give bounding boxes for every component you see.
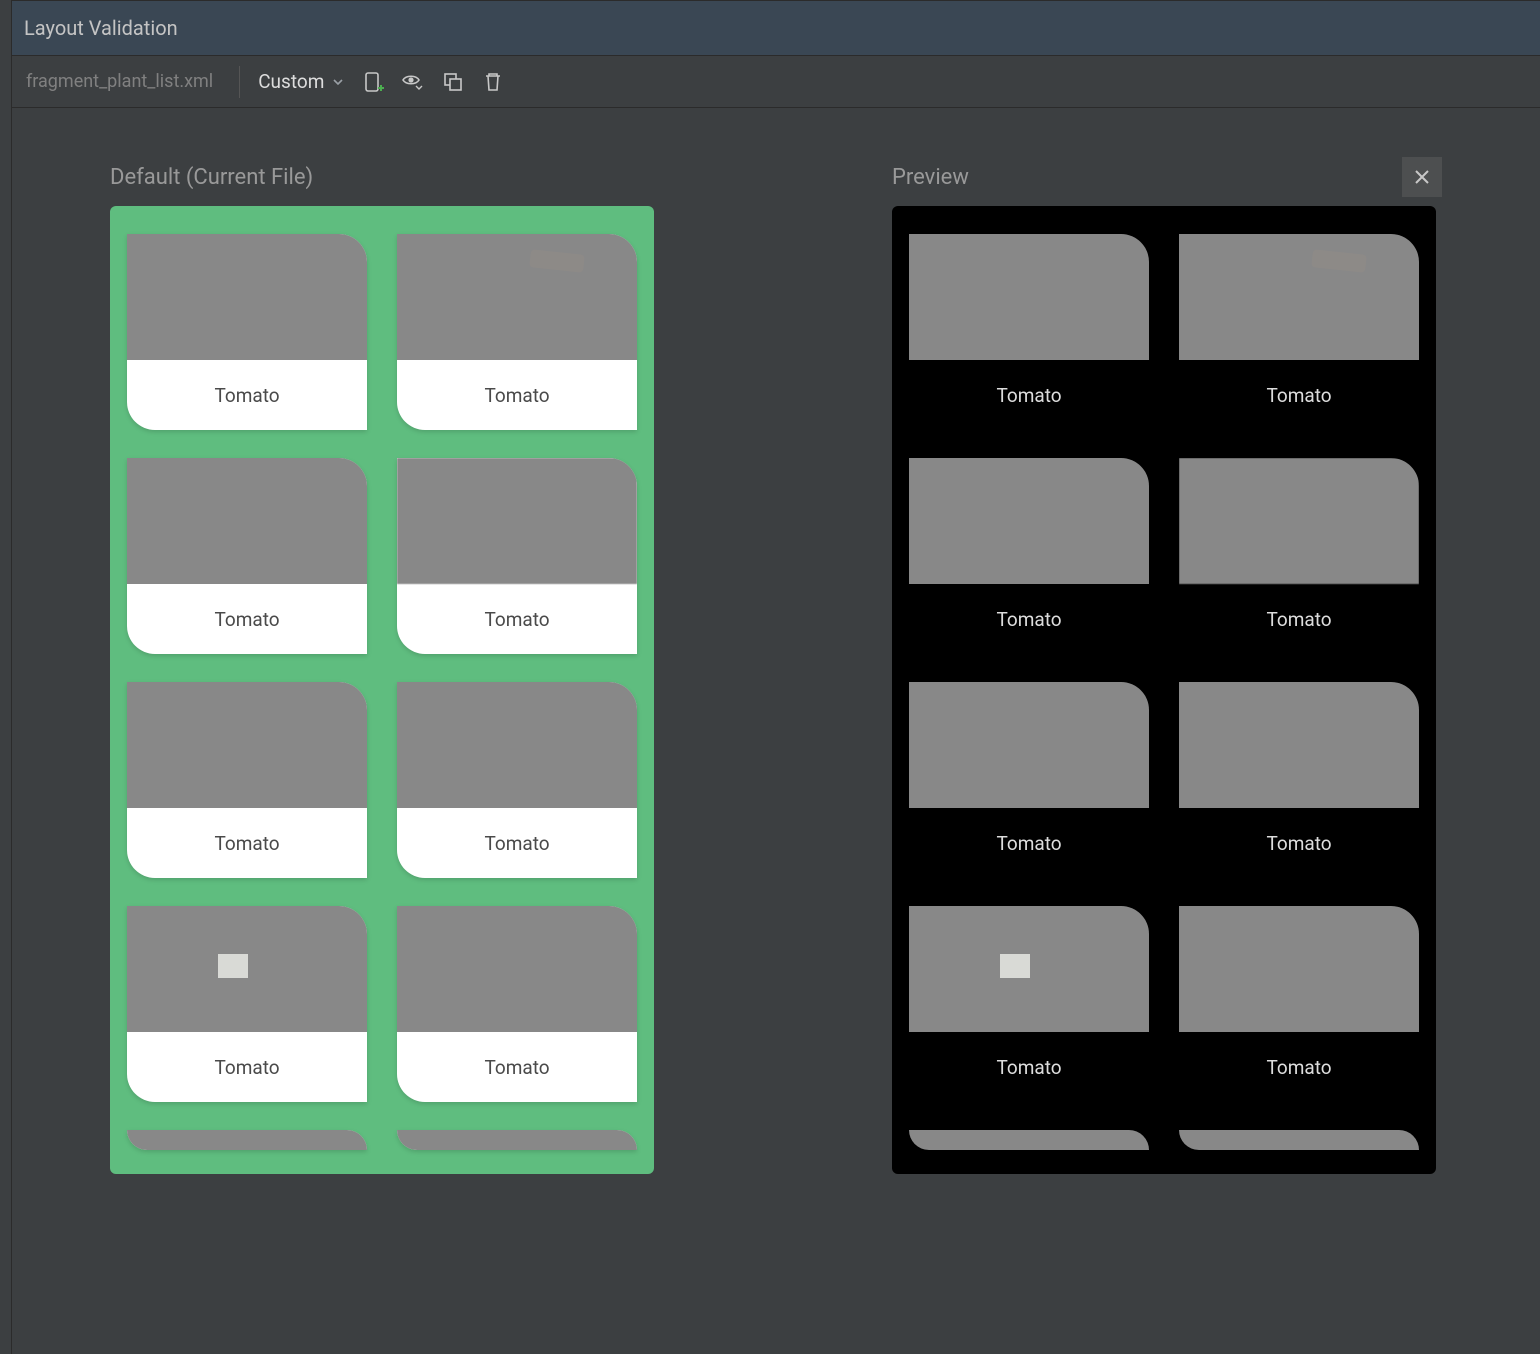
plant-card[interactable]: Tomato — [1179, 906, 1419, 1102]
add-device-button[interactable] — [356, 65, 390, 99]
plant-thumbnail — [1179, 1130, 1419, 1150]
plant-card[interactable]: Tomato — [397, 906, 637, 1102]
plant-label: Tomato — [397, 360, 637, 430]
plant-thumbnail — [127, 1130, 367, 1150]
plant-card[interactable]: Tomato — [397, 234, 637, 430]
plant-thumbnail — [909, 906, 1149, 1032]
preview-section: Preview TomatoTomatoTomatoTomatoTomatoTo… — [892, 148, 1442, 1174]
delete-button[interactable] — [476, 65, 510, 99]
plant-thumbnail — [1179, 906, 1419, 1032]
section-title: Preview — [892, 165, 969, 190]
section-title: Default (Current File) — [110, 165, 313, 190]
plant-label: Tomato — [127, 1032, 367, 1102]
plant-thumbnail — [127, 906, 367, 1032]
separator — [239, 66, 240, 98]
plant-card[interactable]: Tomato — [1179, 682, 1419, 878]
close-preview-button[interactable] — [1402, 157, 1442, 197]
tool-window-strip — [0, 0, 12, 1354]
plant-card[interactable]: Tomato — [909, 458, 1149, 654]
plant-card[interactable]: Tomato — [397, 458, 637, 654]
plant-thumbnail — [1179, 458, 1419, 584]
plant-card[interactable]: Tomato — [909, 234, 1149, 430]
plant-thumbnail — [397, 682, 637, 808]
file-name: fragment_plant_list.xml — [26, 71, 227, 92]
section-header: Preview — [892, 148, 1442, 206]
plant-label: Tomato — [909, 1032, 1149, 1102]
plant-card[interactable]: Tomato — [397, 682, 637, 878]
plant-thumbnail — [1179, 234, 1419, 360]
default-section: Default (Current File) TomatoTomatoTomat… — [110, 148, 660, 1174]
plant-label: Tomato — [127, 584, 367, 654]
plant-card[interactable]: Tomato — [1179, 458, 1419, 654]
plant-thumbnail — [397, 458, 637, 584]
device-add-icon — [362, 71, 384, 93]
plant-card[interactable]: Tomato — [1179, 1130, 1419, 1150]
plant-thumbnail — [127, 458, 367, 584]
plant-thumbnail — [397, 906, 637, 1032]
plant-label: Tomato — [1179, 360, 1419, 430]
plant-label: Tomato — [397, 1032, 637, 1102]
plant-label: Tomato — [127, 360, 367, 430]
chevron-down-icon — [332, 76, 344, 88]
device-frame-preview: Tomato Tomato Tomato Tomato Tomato Tomato Toma… — [892, 206, 1436, 1174]
plant-thumbnail — [127, 234, 367, 360]
plant-label: Tomato — [1179, 1032, 1419, 1102]
configuration-dropdown[interactable]: Custom — [252, 66, 350, 97]
panel-title-bar: Layout Validation — [12, 0, 1540, 56]
plant-card[interactable]: Tomato — [909, 1130, 1149, 1150]
plant-thumbnail — [909, 458, 1149, 584]
device-frame-default: Tomato Tomato Tomato Tomato Tomato Tomato Toma… — [110, 206, 654, 1174]
plant-card[interactable]: Tomato — [127, 906, 367, 1102]
close-icon — [1413, 168, 1431, 186]
plant-card[interactable]: Tomato — [127, 1130, 367, 1150]
trash-icon — [483, 71, 503, 93]
plant-card[interactable]: Tomato — [1179, 234, 1419, 430]
plant-card[interactable]: Tomato — [127, 234, 367, 430]
plant-label: Tomato — [1179, 584, 1419, 654]
plant-card[interactable]: Tomato — [127, 682, 367, 878]
eye-icon — [401, 71, 425, 93]
section-header: Default (Current File) — [110, 148, 660, 206]
card-grid: Tomato Tomato Tomato Tomato Tomato Tomato Toma… — [127, 234, 637, 1150]
plant-thumbnail — [127, 682, 367, 808]
plant-label: Tomato — [909, 360, 1149, 430]
toolbar: fragment_plant_list.xml Custom — [12, 56, 1540, 108]
plant-thumbnail — [909, 1130, 1149, 1150]
plant-thumbnail — [397, 1130, 637, 1150]
plant-card[interactable]: Tomato — [909, 682, 1149, 878]
plant-card[interactable]: Tomato — [397, 1130, 637, 1150]
configuration-label: Custom — [258, 70, 324, 93]
card-grid: Tomato Tomato Tomato Tomato Tomato Tomato Toma… — [909, 234, 1419, 1150]
plant-thumbnail — [397, 234, 637, 360]
plant-label: Tomato — [397, 808, 637, 878]
visibility-button[interactable] — [396, 65, 430, 99]
copy-icon — [442, 71, 464, 93]
layout-validation-panel: Layout Validation fragment_plant_list.xm… — [12, 0, 1540, 1354]
plant-label: Tomato — [1179, 808, 1419, 878]
plant-thumbnail — [909, 234, 1149, 360]
plant-label: Tomato — [909, 584, 1149, 654]
plant-thumbnail — [909, 682, 1149, 808]
plant-label: Tomato — [397, 584, 637, 654]
copy-button[interactable] — [436, 65, 470, 99]
content-area: Default (Current File) TomatoTomatoTomat… — [12, 108, 1540, 1354]
plant-label: Tomato — [909, 808, 1149, 878]
panel-title: Layout Validation — [24, 16, 178, 40]
plant-label: Tomato — [127, 808, 367, 878]
plant-thumbnail — [1179, 682, 1419, 808]
plant-card[interactable]: Tomato — [909, 906, 1149, 1102]
plant-card[interactable]: Tomato — [127, 458, 367, 654]
